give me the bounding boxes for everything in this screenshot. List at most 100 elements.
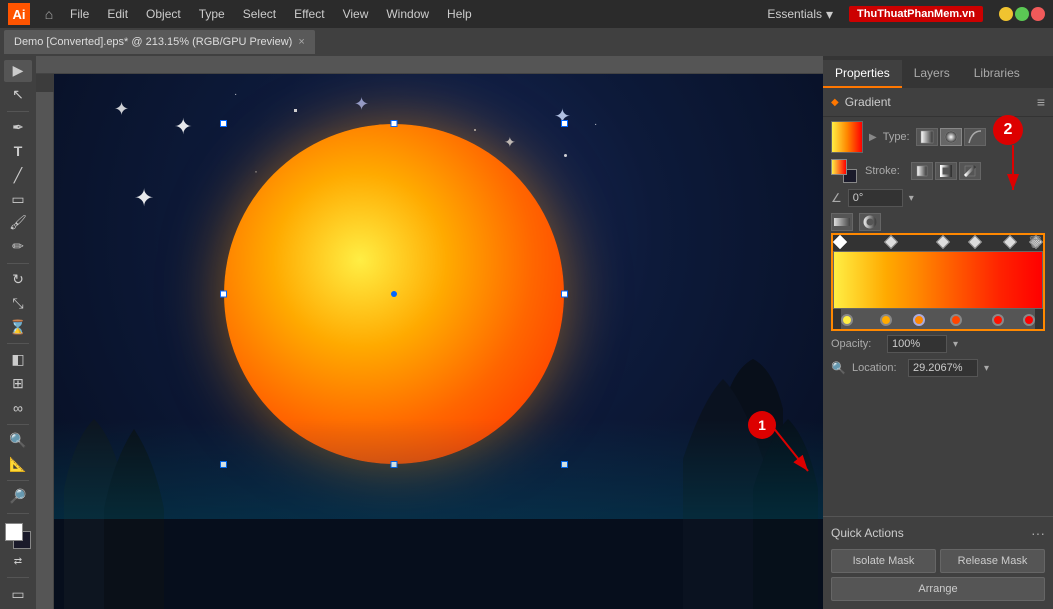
slider-stop-5[interactable] bbox=[1023, 314, 1035, 326]
right-panel: Properties Layers Libraries ◆ Gradient ≡… bbox=[823, 56, 1053, 609]
sel-handle-ml[interactable] bbox=[220, 291, 227, 298]
star-big-3: ✦ bbox=[114, 99, 129, 120]
quick-actions-menu-icon[interactable]: ··· bbox=[1031, 525, 1045, 541]
gradient-center-handle[interactable] bbox=[391, 291, 397, 297]
tab-layers[interactable]: Layers bbox=[902, 60, 962, 88]
release-mask-button[interactable]: Release Mask bbox=[940, 549, 1045, 573]
sel-handle-tm[interactable] bbox=[391, 120, 398, 127]
eyedropper-icon[interactable]: 🔍 bbox=[831, 361, 846, 375]
screen-mode-btn[interactable]: ▭ bbox=[4, 583, 32, 605]
star-3: ✦ bbox=[504, 134, 516, 151]
sun-circle[interactable] bbox=[224, 124, 564, 464]
stop-4[interactable] bbox=[1003, 235, 1017, 249]
eyedropper-tool[interactable]: 🔍 bbox=[4, 429, 32, 451]
stroke-btn-3[interactable] bbox=[959, 162, 981, 180]
slider-stop-2[interactable] bbox=[913, 314, 925, 326]
gradient-diamond-icon: ◆ bbox=[831, 97, 839, 108]
pencil-tool[interactable]: ✏ bbox=[4, 236, 32, 258]
tab-label: Demo [Converted].eps* @ 213.15% (RGB/GPU… bbox=[14, 36, 292, 48]
menu-file[interactable]: File bbox=[62, 5, 97, 23]
star-8: · bbox=[594, 119, 597, 130]
menu-view[interactable]: View bbox=[335, 5, 377, 23]
tab-properties[interactable]: Properties bbox=[823, 60, 902, 88]
canvas-area[interactable]: ✦ ✦ ✦ ✦ · · · · ✦ ✦ ✦ bbox=[54, 74, 823, 609]
direct-select-tool[interactable]: ↖ bbox=[4, 84, 32, 106]
select-tool[interactable]: ▶ bbox=[4, 60, 32, 82]
workspace-selector[interactable]: Essentials ▾ bbox=[759, 4, 841, 25]
tab-close-icon[interactable]: × bbox=[298, 36, 304, 48]
maximize-button[interactable] bbox=[1015, 7, 1029, 21]
swap-colors-icon[interactable]: ⇄ bbox=[4, 550, 32, 572]
pen-tool[interactable]: ✒ bbox=[4, 117, 32, 139]
sel-handle-mr[interactable] bbox=[561, 291, 568, 298]
gradient-bar[interactable] bbox=[833, 251, 1043, 309]
type-tool[interactable]: T bbox=[4, 140, 32, 162]
delete-stop-btn[interactable]: 🗑 bbox=[1028, 235, 1043, 249]
slider-stop-1[interactable] bbox=[880, 314, 892, 326]
slider-stop-4[interactable] bbox=[992, 314, 1004, 326]
stop-3[interactable] bbox=[967, 235, 981, 249]
home-icon[interactable]: ⌂ bbox=[38, 3, 60, 25]
toolbar: ▶ ↖ ✒ T ╱ ▭ 🖌 ✏ ↻ ⤡ ⌛ ◧ ⊞ ∞ 🔍 📐 🔎 ⇄ ▭ bbox=[0, 56, 36, 609]
menu-effect[interactable]: Effect bbox=[286, 5, 332, 23]
blend-tool[interactable]: ∞ bbox=[4, 397, 32, 419]
arrange-button[interactable]: Arrange bbox=[831, 577, 1045, 601]
menu-type[interactable]: Type bbox=[191, 5, 233, 23]
tool-separator-5 bbox=[7, 480, 29, 481]
angle-input[interactable] bbox=[848, 189, 903, 207]
zoom-tool[interactable]: 🔎 bbox=[4, 486, 32, 508]
stroke-btn-2[interactable] bbox=[935, 162, 957, 180]
stop-0[interactable] bbox=[833, 235, 847, 249]
tab-libraries[interactable]: Libraries bbox=[962, 60, 1032, 88]
type-radial-btn[interactable] bbox=[940, 128, 962, 146]
minimize-button[interactable] bbox=[999, 7, 1013, 21]
chevron-down-icon: ▾ bbox=[826, 6, 833, 23]
stroke-gradient-btn[interactable] bbox=[859, 213, 881, 231]
bottom-gradient-overlay bbox=[54, 419, 823, 519]
stop-2[interactable] bbox=[936, 235, 950, 249]
gradient-preview-swatch[interactable] bbox=[831, 121, 863, 153]
gradient-panel-header: ◆ Gradient ≡ bbox=[823, 88, 1053, 117]
sel-handle-tr[interactable] bbox=[561, 120, 568, 127]
slider-stop-0[interactable] bbox=[841, 314, 853, 326]
stroke-btn-1[interactable] bbox=[911, 162, 933, 180]
stroke-fill-swatch[interactable] bbox=[831, 159, 847, 175]
shape-tool[interactable]: ▭ bbox=[4, 188, 32, 210]
menu-window[interactable]: Window bbox=[378, 5, 437, 23]
menu-help[interactable]: Help bbox=[439, 5, 480, 23]
scale-tool[interactable]: ⤡ bbox=[4, 292, 32, 314]
gradient-arrow-icon[interactable]: ▶ bbox=[869, 132, 877, 143]
app-logo: Ai bbox=[8, 3, 30, 25]
annotation-1-circle: 1 bbox=[748, 411, 776, 439]
opacity-dropdown-arrow[interactable]: ▾ bbox=[953, 339, 958, 350]
gradient-tool[interactable]: ◧ bbox=[4, 349, 32, 371]
mesh-tool[interactable]: ⊞ bbox=[4, 373, 32, 395]
paintbrush-tool[interactable]: 🖌 bbox=[4, 212, 32, 234]
measure-tool[interactable]: 📐 bbox=[4, 453, 32, 475]
panel-menu-icon[interactable]: ≡ bbox=[1037, 94, 1045, 110]
color-pair[interactable] bbox=[3, 523, 33, 545]
type-linear-btn[interactable] bbox=[916, 128, 938, 146]
star-6: · bbox=[234, 89, 237, 100]
line-tool[interactable]: ╱ bbox=[4, 164, 32, 186]
slider-stop-3[interactable] bbox=[950, 314, 962, 326]
isolate-mask-button[interactable]: Isolate Mask bbox=[831, 549, 936, 573]
reverse-gradient-btn[interactable] bbox=[831, 213, 853, 231]
menu-object[interactable]: Object bbox=[138, 5, 189, 23]
sel-handle-tl[interactable] bbox=[220, 120, 227, 127]
stop-1[interactable] bbox=[883, 235, 897, 249]
opacity-input[interactable] bbox=[887, 335, 947, 353]
menu-select[interactable]: Select bbox=[235, 5, 284, 23]
close-button[interactable] bbox=[1031, 7, 1045, 21]
window-controls bbox=[999, 7, 1045, 21]
location-dropdown-arrow[interactable]: ▾ bbox=[984, 363, 989, 374]
foreground-color[interactable] bbox=[5, 523, 23, 541]
angle-dropdown-arrow[interactable]: ▾ bbox=[909, 193, 914, 204]
menu-edit[interactable]: Edit bbox=[99, 5, 136, 23]
warp-tool[interactable]: ⌛ bbox=[4, 316, 32, 338]
location-input[interactable] bbox=[908, 359, 978, 377]
rotate-tool[interactable]: ↻ bbox=[4, 269, 32, 291]
document-tab[interactable]: Demo [Converted].eps* @ 213.15% (RGB/GPU… bbox=[4, 30, 315, 54]
tool-separator-2 bbox=[7, 263, 29, 264]
type-freeform-btn[interactable] bbox=[964, 128, 986, 146]
